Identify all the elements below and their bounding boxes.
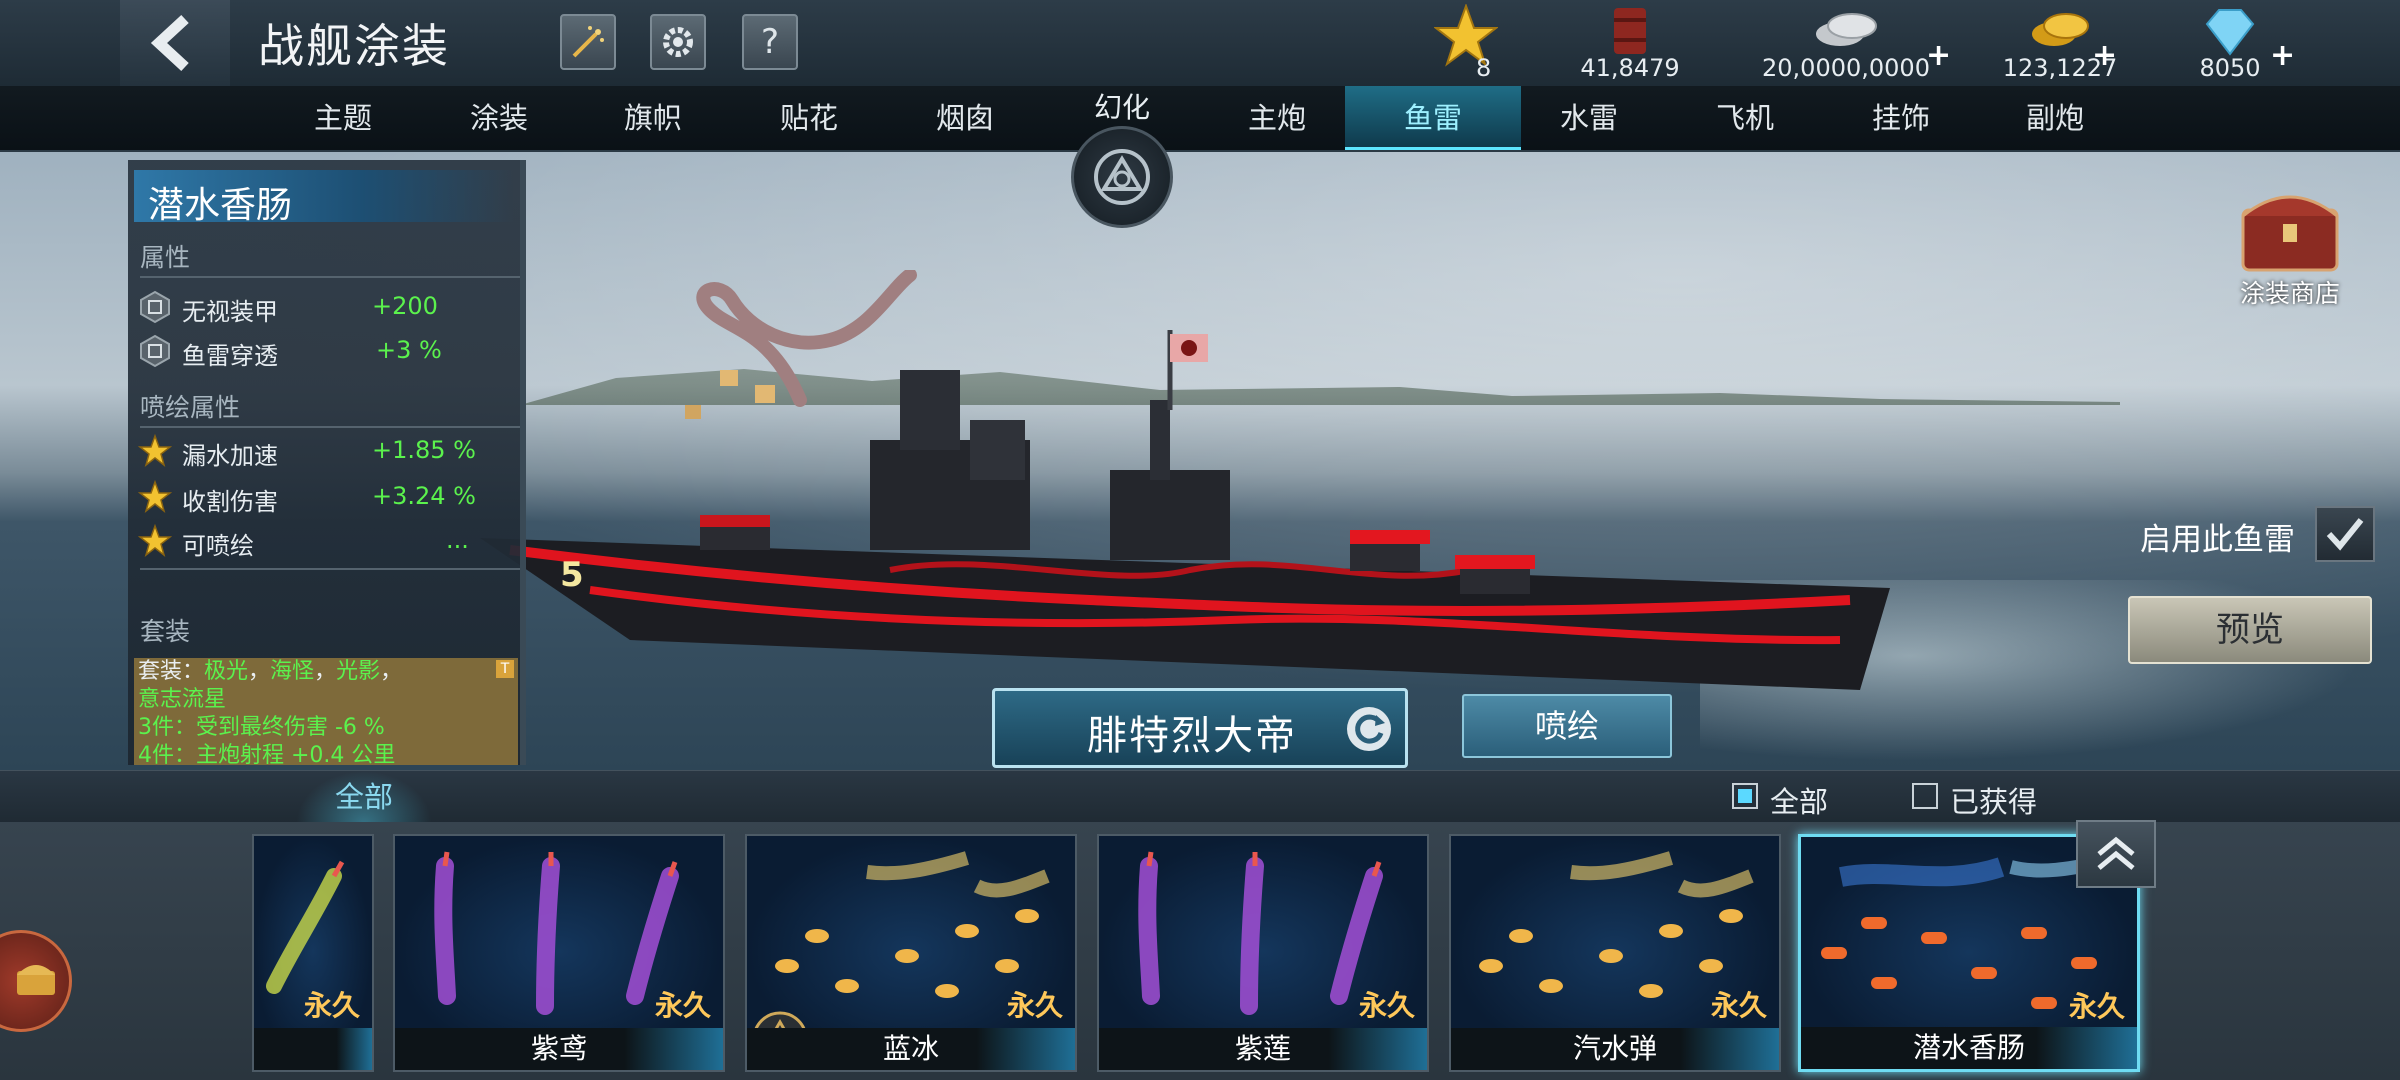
filter-all-checkbox[interactable] xyxy=(1732,783,1758,809)
back-arrow-icon xyxy=(150,14,189,72)
tab-mine[interactable]: 水雷 xyxy=(1514,86,1664,150)
divider xyxy=(140,276,520,278)
torpedo-hex-icon xyxy=(140,334,170,368)
diamond-icon xyxy=(2205,9,2255,56)
resource-oil: 41,8479 xyxy=(1570,4,1690,84)
enable-torpedo-label: 启用此鱼雷 xyxy=(2140,522,2295,558)
star-icon xyxy=(138,480,172,513)
attribute-row: 无视装甲 +200 xyxy=(138,288,518,328)
filter-owned-checkbox[interactable] xyxy=(1912,783,1938,809)
transform-label: 幻化 xyxy=(1093,91,1150,124)
skin-card[interactable]: 永久 紫莲 xyxy=(1097,834,1429,1072)
back-button[interactable] xyxy=(120,0,230,86)
set-badge: T xyxy=(496,660,514,678)
tab-paint[interactable]: 涂装 xyxy=(424,86,574,150)
double-chevron-up-icon xyxy=(2097,836,2135,870)
spray-button[interactable]: 喷绘 xyxy=(1462,694,1672,758)
set-members-line: 套装：极光，海怪，光影， xyxy=(138,659,403,684)
tab-all[interactable]: 全部 xyxy=(296,771,432,823)
paint-store-label: 涂装商店 xyxy=(2239,279,2340,308)
enable-torpedo-checkbox[interactable] xyxy=(2315,506,2375,562)
hull-number: 5 xyxy=(560,555,584,595)
treasure-chest-icon xyxy=(2241,195,2339,272)
filter-all-option[interactable]: 全部 xyxy=(1732,781,1842,819)
spray-attribute-row: 收割伤害 +3.24 % xyxy=(138,478,518,518)
permanent-tag: 永久 xyxy=(1710,989,1767,1022)
checkmark-icon xyxy=(2326,518,2364,551)
card-label: 潜水香肠 xyxy=(1801,1027,2137,1069)
divider xyxy=(140,568,520,570)
card-label: 汽水弹 xyxy=(1451,1028,1779,1070)
permanent-tag: 永久 xyxy=(2068,990,2125,1023)
tab-decal[interactable]: 贴花 xyxy=(734,86,884,150)
tab-ornament[interactable]: 挂饰 xyxy=(1826,86,1976,150)
skin-info-panel: 潜水香肠 属性 无视装甲 +200 鱼雷穿透 +3 % 喷绘属性 漏水加速 +1… xyxy=(128,160,526,765)
set-header: 套装 xyxy=(140,617,191,646)
transform-tab[interactable]: 幻化 xyxy=(1016,80,1228,228)
battleship-model: 5 xyxy=(480,270,1890,690)
card-label xyxy=(254,1028,372,1070)
card-label: 蓝冰 xyxy=(747,1028,1075,1070)
tab-secondary-gun[interactable]: 副炮 xyxy=(1980,86,2130,150)
collapse-strip-button[interactable] xyxy=(2076,820,2156,888)
skin-card[interactable]: 永久 汽水弹 xyxy=(1449,834,1781,1072)
paint-store-button[interactable]: 涂装商店 xyxy=(2205,180,2375,310)
oil-barrel-icon xyxy=(1614,8,1646,54)
resource-gold: 123,1227 + xyxy=(1990,4,2130,84)
permanent-tag: 永久 xyxy=(654,989,711,1022)
filter-owned-option[interactable]: 已获得 xyxy=(1912,781,2052,819)
refresh-icon xyxy=(1347,707,1391,751)
skin-card[interactable]: 永久 xyxy=(252,834,374,1072)
resource-diamond: 8050 + xyxy=(2170,4,2295,84)
card-label: 紫莲 xyxy=(1099,1028,1427,1070)
fireworks-icon xyxy=(572,26,604,58)
spray-attribute-row: 漏水加速 +1.85 % xyxy=(138,432,518,472)
set-bonus-3: 3件：受到最终伤害 -6 % xyxy=(138,715,385,740)
skin-card[interactable]: 永久 蓝冰 xyxy=(745,834,1077,1072)
permanent-tag: 永久 xyxy=(303,989,360,1022)
star-icon xyxy=(138,434,172,467)
tab-aircraft[interactable]: 飞机 xyxy=(1670,86,1820,150)
attributes-header: 属性 xyxy=(140,243,191,272)
set-bonus-box: T 套装：极光，海怪，光影， 意志流星 3件：受到最终伤害 -6 % 4件：主炮… xyxy=(134,658,518,765)
gear-icon xyxy=(663,27,693,57)
skin-name-bar: 潜水香肠 xyxy=(134,170,514,226)
set-members-line-2: 意志流星 xyxy=(138,687,227,712)
question-mark-icon: ? xyxy=(760,22,780,62)
spray-attribute-row: 可喷绘 ... xyxy=(138,522,518,562)
gold-coin-icon xyxy=(2032,13,2089,46)
add-gold-button[interactable]: + xyxy=(2092,38,2117,73)
skin-name: 潜水香肠 xyxy=(148,185,293,226)
preview-button[interactable]: 预览 xyxy=(2128,596,2372,664)
attribute-row: 鱼雷穿透 +3 % xyxy=(138,332,518,372)
resource-star: 8 xyxy=(1426,3,1506,84)
add-silver-button[interactable]: + xyxy=(1926,38,1951,73)
star-icon xyxy=(138,524,172,557)
tab-flag[interactable]: 旗帜 xyxy=(578,86,728,150)
fireworks-button[interactable] xyxy=(560,14,616,70)
switch-ship-button[interactable]: 腓特烈大帝 xyxy=(992,688,1408,768)
armor-hex-icon xyxy=(140,290,170,324)
permanent-tag: 永久 xyxy=(1358,989,1415,1022)
silver-coin-icon xyxy=(1816,13,1877,46)
filter-bar: 全部 全部 已获得 xyxy=(0,770,2400,823)
spray-attributes-header: 喷绘属性 xyxy=(140,393,241,422)
skin-card-strip: 永久 永久 紫鸢 永久 蓝冰 永久 紫莲 永久 汽水弹 永久 潜水香肠 xyxy=(0,822,2400,1080)
page-title: 战舰涂装 xyxy=(258,19,450,73)
top-bar: 战舰涂装 ? 8 41,8479 20,0000,0000 + 123,1227… xyxy=(0,0,2400,87)
chest-icon xyxy=(17,965,55,995)
tab-torpedo[interactable]: 鱼雷 xyxy=(1345,86,1521,150)
tab-theme[interactable]: 主题 xyxy=(268,86,418,150)
permanent-tag: 永久 xyxy=(1006,989,1063,1022)
card-label: 紫鸢 xyxy=(395,1028,723,1070)
ship-name: 腓特烈大帝 xyxy=(1087,713,1297,759)
resource-silver: 20,0000,0000 + xyxy=(1756,4,1951,84)
transform-emblem-icon xyxy=(1071,126,1173,228)
settings-button[interactable] xyxy=(650,14,706,70)
divider xyxy=(140,426,520,428)
skin-card[interactable]: 永久 紫鸢 xyxy=(393,834,725,1072)
help-button[interactable]: ? xyxy=(742,14,798,70)
add-diamond-button[interactable]: + xyxy=(2270,38,2295,73)
set-bonus-4: 4件：主炮射程 +0.4 公里 xyxy=(138,743,396,765)
